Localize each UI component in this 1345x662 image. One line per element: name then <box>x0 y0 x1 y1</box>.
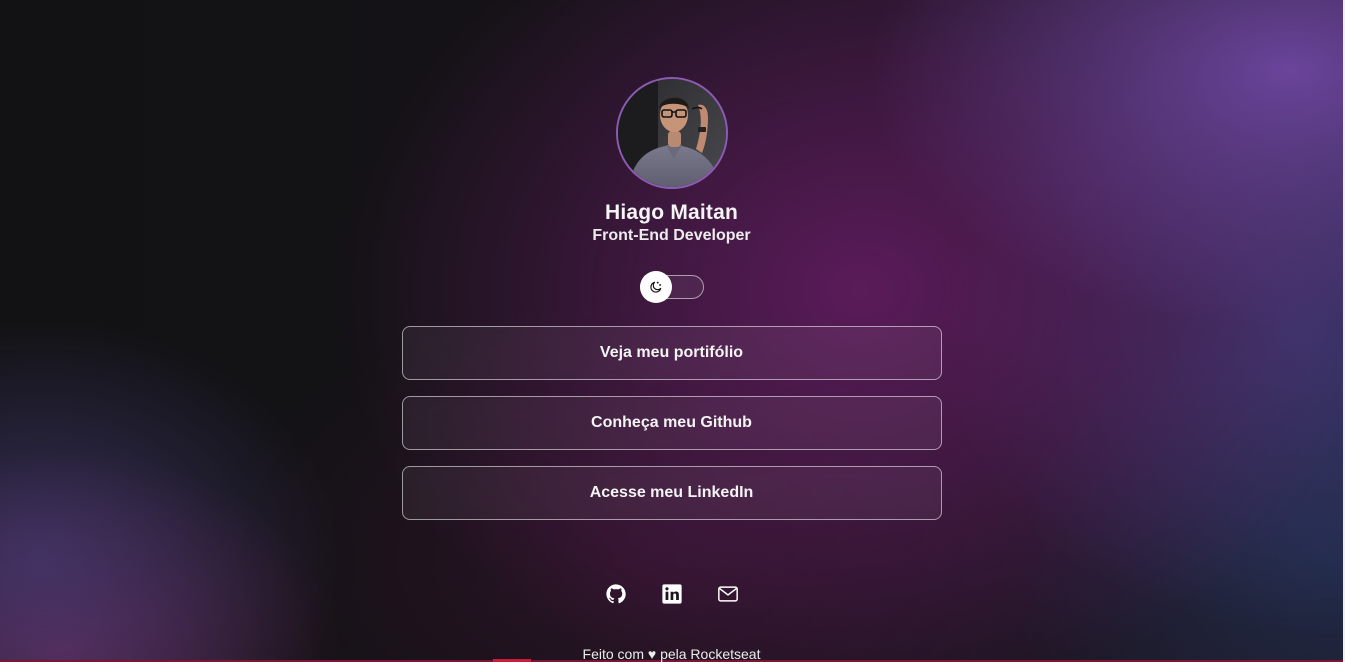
email-social-link[interactable] <box>716 580 740 608</box>
link-list: Veja meu portifólio Conheça meu Github A… <box>401 326 942 520</box>
mail-icon <box>717 586 738 602</box>
profile-container: Hiago Maitan Front-End Developer Veja me… <box>0 0 1343 520</box>
social-links <box>0 580 1343 608</box>
linkedin-icon <box>661 584 682 604</box>
theme-toggle[interactable] <box>639 271 704 303</box>
avatar <box>615 77 728 189</box>
linkedin-social-link[interactable] <box>660 580 684 608</box>
avatar-photo <box>617 79 726 187</box>
portfolio-link-button[interactable]: Veja meu portifólio <box>401 326 942 380</box>
profile-role: Front-End Developer <box>592 227 751 244</box>
linkedin-link-button[interactable]: Acesse meu LinkedIn <box>401 466 942 520</box>
github-social-link[interactable] <box>604 580 628 608</box>
moon-icon <box>649 281 661 293</box>
footer-credit: Feito com ♥ pela Rocketseat <box>582 646 761 662</box>
github-icon <box>605 584 626 604</box>
profile-name: Hiago Maitan <box>604 201 739 224</box>
github-link-button[interactable]: Conheça meu Github <box>401 396 942 450</box>
theme-toggle-knob[interactable] <box>639 271 672 303</box>
